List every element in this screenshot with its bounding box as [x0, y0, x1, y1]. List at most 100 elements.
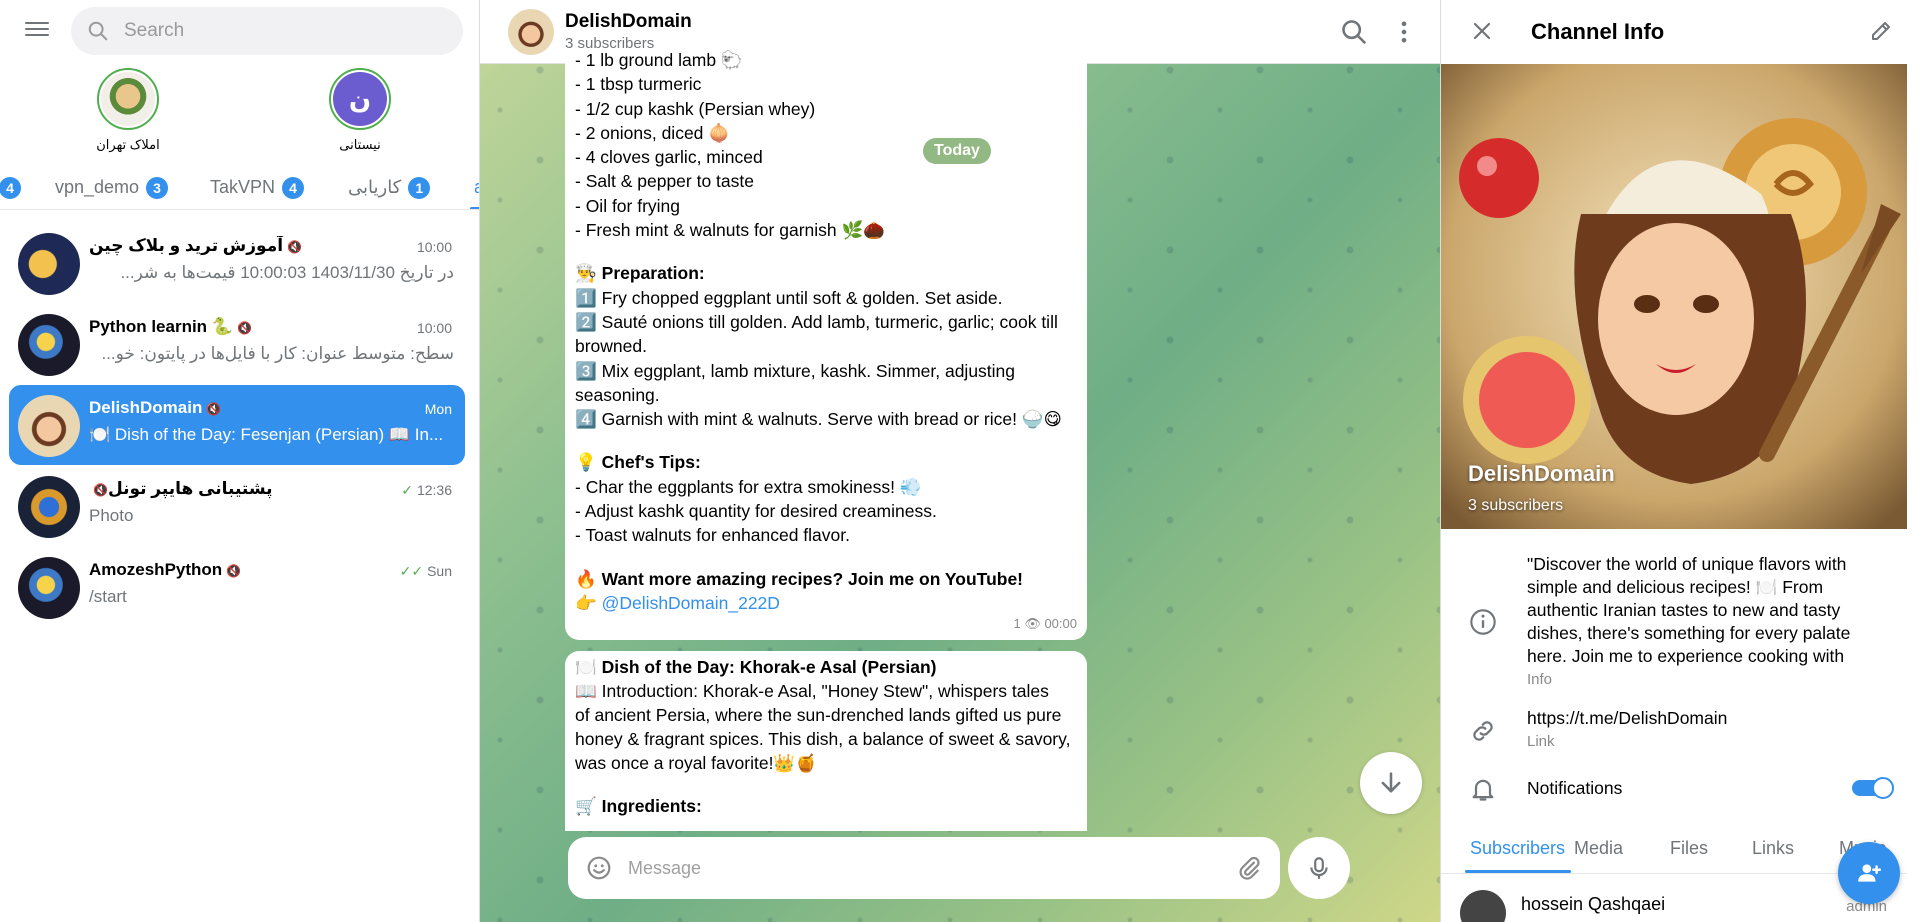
channel-cover-photo[interactable]: DelishDomain 3 subscribers	[1441, 64, 1907, 529]
search-box[interactable]	[71, 7, 463, 55]
message-line	[575, 242, 1077, 261]
voice-record-button[interactable]	[1288, 837, 1350, 899]
message-line: of ancient Persia, where the sun-drenche…	[575, 705, 1062, 725]
message-line: 3️⃣ Mix eggplant, lamb mixture, kashk. S…	[575, 360, 1016, 381]
chat-preview: سطح: متوسط عنوان: کار با فایل‌ها در پایت…	[101, 344, 454, 363]
message-line: - 1 tbsp turmeric	[575, 74, 702, 95]
tab-links[interactable]: Links	[1752, 838, 1794, 859]
description-line: authentic Iranian tastes to new and tast…	[1527, 600, 1841, 620]
view-count: 1	[1013, 616, 1021, 631]
description-line: simple and delicious recipes! 🍽️ From	[1527, 577, 1824, 597]
message-line: - Char the eggplants for extra smokiness…	[575, 476, 922, 497]
attach-icon[interactable]	[1236, 855, 1262, 881]
avatar	[18, 557, 80, 619]
chat-preview: Photo	[89, 506, 134, 525]
emoji-icon[interactable]	[586, 855, 612, 881]
tab-files[interactable]: Files	[1670, 838, 1708, 859]
search-icon	[88, 21, 108, 41]
message-line: - Adjust kashk quantity for desired crea…	[575, 501, 937, 522]
date-chip: Today	[923, 138, 991, 164]
edit-pencil-icon[interactable]	[1869, 19, 1893, 43]
chat-item-hyper-tunnel-support[interactable]: پشتیبانی هایپر تونل🔇 ✓ 12:36 Photo	[9, 466, 465, 546]
chat-item-python-learning[interactable]: Python learnin 🐍 🔇 10:00 سطح: متوسط عنوان…	[9, 304, 465, 384]
message-line: - Salt & pepper to taste	[575, 171, 754, 192]
chat-title: پشتیبانی هایپر تونل	[107, 479, 273, 498]
scroll-down-button[interactable]	[1360, 752, 1422, 814]
search-icon[interactable]	[1340, 18, 1368, 46]
top-peer-amlak[interactable]: املاک تهران	[63, 68, 193, 153]
message-line: seasoning.	[575, 384, 660, 405]
chat-time: 10:00	[416, 239, 452, 255]
avatar	[97, 68, 159, 130]
message-line: 💡 Chef's Tips:	[575, 452, 701, 473]
muted-icon: 🔇	[206, 402, 222, 416]
description-row[interactable]: "Discover the world of unique flavors wi…	[1441, 550, 1907, 690]
message-line: 🍽️ Dish of the Day: Khorak-e Asal (Persi…	[575, 657, 937, 677]
avatar	[18, 395, 80, 457]
folder-tab-all[interactable]: a	[474, 170, 479, 209]
link-row[interactable]: https://t.me/DelishDomain Link	[1441, 705, 1907, 755]
description-line: "Discover the world of unique flavors wi…	[1527, 554, 1847, 574]
notifications-label: Notifications	[1527, 778, 1623, 798]
chat-item-trade[interactable]: آموزش ترید و بلاک چین 🔇 10:00 در تاریخ 14…	[9, 223, 465, 303]
channel-link: https://t.me/DelishDomain	[1527, 708, 1728, 728]
info-icon	[1470, 609, 1496, 635]
avatar	[18, 314, 80, 376]
menu-icon[interactable]	[22, 18, 52, 44]
notifications-toggle[interactable]	[1852, 777, 1894, 799]
message-line: 🔥 Want more amazing recipes? Join me on …	[575, 568, 1024, 589]
top-peer-name: املاک تهران	[96, 137, 160, 152]
tab-subscribers[interactable]: Subscribers	[1470, 838, 1565, 859]
message-line: 📖 Introduction: Khorak-e Asal, "Honey St…	[575, 681, 1049, 701]
message-bubble[interactable]: 🍽️ Dish of the Day: Khorak-e Asal (Persi…	[565, 651, 1087, 831]
channel-description: "Discover the world of unique flavors wi…	[1527, 553, 1867, 668]
add-subscriber-button[interactable]	[1838, 842, 1900, 904]
avatar: ن	[329, 68, 391, 130]
chat-title: آموزش ترید و بلاک چین	[89, 236, 284, 255]
folder-tab-takvpn[interactable]: TakVPN 4	[210, 170, 305, 209]
top-peer-neyestani[interactable]: ن نیستانی	[295, 68, 425, 153]
notifications-row[interactable]: Notifications	[1441, 770, 1907, 810]
chat-time: 10:00	[416, 320, 452, 336]
message-line: - Oil for frying	[575, 195, 681, 216]
subscriber-name: hossein Qashqaei	[1521, 894, 1666, 914]
chat-time: Mon	[424, 401, 452, 417]
search-input[interactable]	[124, 7, 444, 55]
chat-title: Python learnin 🐍	[89, 317, 233, 336]
chat-time: 12:36	[416, 482, 452, 498]
message-line: - 1/2 cup kashk (Persian whey)	[575, 98, 816, 119]
message-bubble[interactable]: - 1 lb ground lamb 🐑 - 1 tbsp turmeric - 1…	[565, 50, 1087, 640]
chat-preview: در تاریخ 1403/11/30 10:00:03 قیمت‌ها به …	[120, 263, 454, 282]
folder-tab-jobs[interactable]: کاریابی 1	[348, 170, 431, 209]
arrow-down-icon	[1381, 772, 1401, 793]
message-line: - 1 lb ground lamb 🐑	[575, 50, 743, 70]
message-line: was once a royal favorite!👑🍯	[575, 753, 818, 773]
microphone-icon	[1310, 857, 1328, 879]
message-line: - Toast walnuts for enhanced flavor.	[575, 525, 850, 546]
chat-title: DelishDomain	[565, 11, 692, 32]
more-vertical-icon[interactable]	[1390, 18, 1418, 46]
active-folder-indicator	[470, 207, 479, 209]
close-icon[interactable]	[1470, 19, 1494, 43]
message-input[interactable]	[628, 837, 1188, 899]
description-line: dishes, there's something for every pala…	[1527, 623, 1851, 643]
tab-media[interactable]: Media	[1574, 838, 1623, 859]
avatar	[18, 476, 80, 538]
info-header: Channel Info	[1441, 0, 1919, 64]
message-composer[interactable]	[568, 837, 1280, 899]
muted-icon: 🔇	[287, 240, 303, 254]
subscriber-row[interactable]: hossein Qashqaei admin	[1441, 880, 1907, 922]
channel-info-panel: Channel Info DelishDomain 3 subscribers …	[1440, 0, 1919, 922]
chat-title: AmozeshPython	[89, 560, 223, 579]
folder-tab-vpn-demo[interactable]: vpn_demo 3	[55, 170, 169, 209]
folder-tab-hidden[interactable]: 4	[0, 170, 21, 209]
avatar	[18, 233, 80, 295]
message-line: honey & fragrant spices. This dish, a ba…	[575, 729, 1071, 749]
add-user-icon	[1858, 864, 1882, 882]
message-line: - 2 onions, diced 🧅	[575, 122, 731, 143]
chat-item-amozeshpython[interactable]: AmozeshPython 🔇 ✓✓ Sun /start	[9, 547, 465, 627]
chat-item-delishdomain[interactable]: DelishDomain 🔇 Mon 🍽️ Dish of the Day: Fe…	[9, 385, 465, 465]
read-check-icon: ✓	[401, 482, 413, 498]
avatar	[508, 9, 554, 55]
avatar	[1460, 890, 1506, 922]
